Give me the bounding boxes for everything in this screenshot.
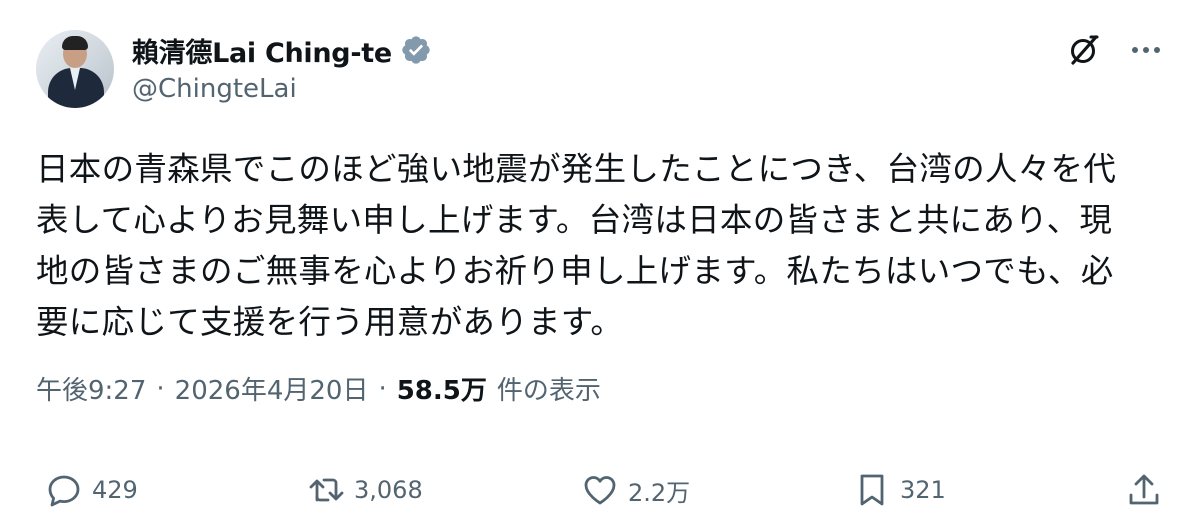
reply-count: 429: [92, 476, 138, 504]
views-count[interactable]: 58.5万: [397, 370, 487, 407]
tweet-time[interactable]: 午後9:27: [36, 370, 146, 407]
bookmark-count: 321: [900, 476, 946, 504]
like-icon: [584, 476, 616, 505]
bookmark-icon: [860, 474, 884, 506]
tweet-meta: 午後9:27 · 2026年4月20日 · 58.5万 件の表示: [36, 370, 601, 407]
more-icon[interactable]: [1126, 30, 1166, 70]
avatar-hair: [62, 36, 88, 50]
verified-badge-icon: [402, 36, 430, 64]
tweet-text: 日本の青森県でこのほど強い地震が発生したことにつき、台湾の人々を代 表して心より…: [36, 150, 1117, 341]
meta-separator: ·: [378, 373, 387, 404]
action-bar: 429 3,068 2.2万 321: [36, 470, 1164, 524]
author-display-name[interactable]: 賴清德Lai Ching-te: [132, 31, 392, 70]
share-button[interactable]: [1124, 470, 1164, 510]
repost-count: 3,068: [354, 476, 423, 504]
reply-button[interactable]: 429: [44, 470, 138, 510]
reply-icon: [48, 475, 80, 507]
like-button[interactable]: 2.2万: [580, 470, 690, 510]
share-icon: [1129, 474, 1159, 505]
repost-button[interactable]: 3,068: [306, 470, 423, 510]
author-avatar[interactable]: [36, 30, 114, 108]
meta-separator: ·: [156, 373, 165, 404]
repost-icon: [309, 478, 344, 502]
top-right-controls: [1064, 30, 1166, 70]
views-label: 件の表示: [496, 376, 601, 406]
bookmark-button[interactable]: 321: [852, 470, 946, 510]
author-name-row: 賴清德Lai Ching-te: [132, 30, 432, 70]
tweet-date[interactable]: 2026年4月20日: [175, 370, 369, 407]
grok-icon[interactable]: [1064, 30, 1104, 70]
like-count: 2.2万: [628, 478, 691, 507]
author-handle[interactable]: @ChingteLai: [132, 74, 297, 104]
